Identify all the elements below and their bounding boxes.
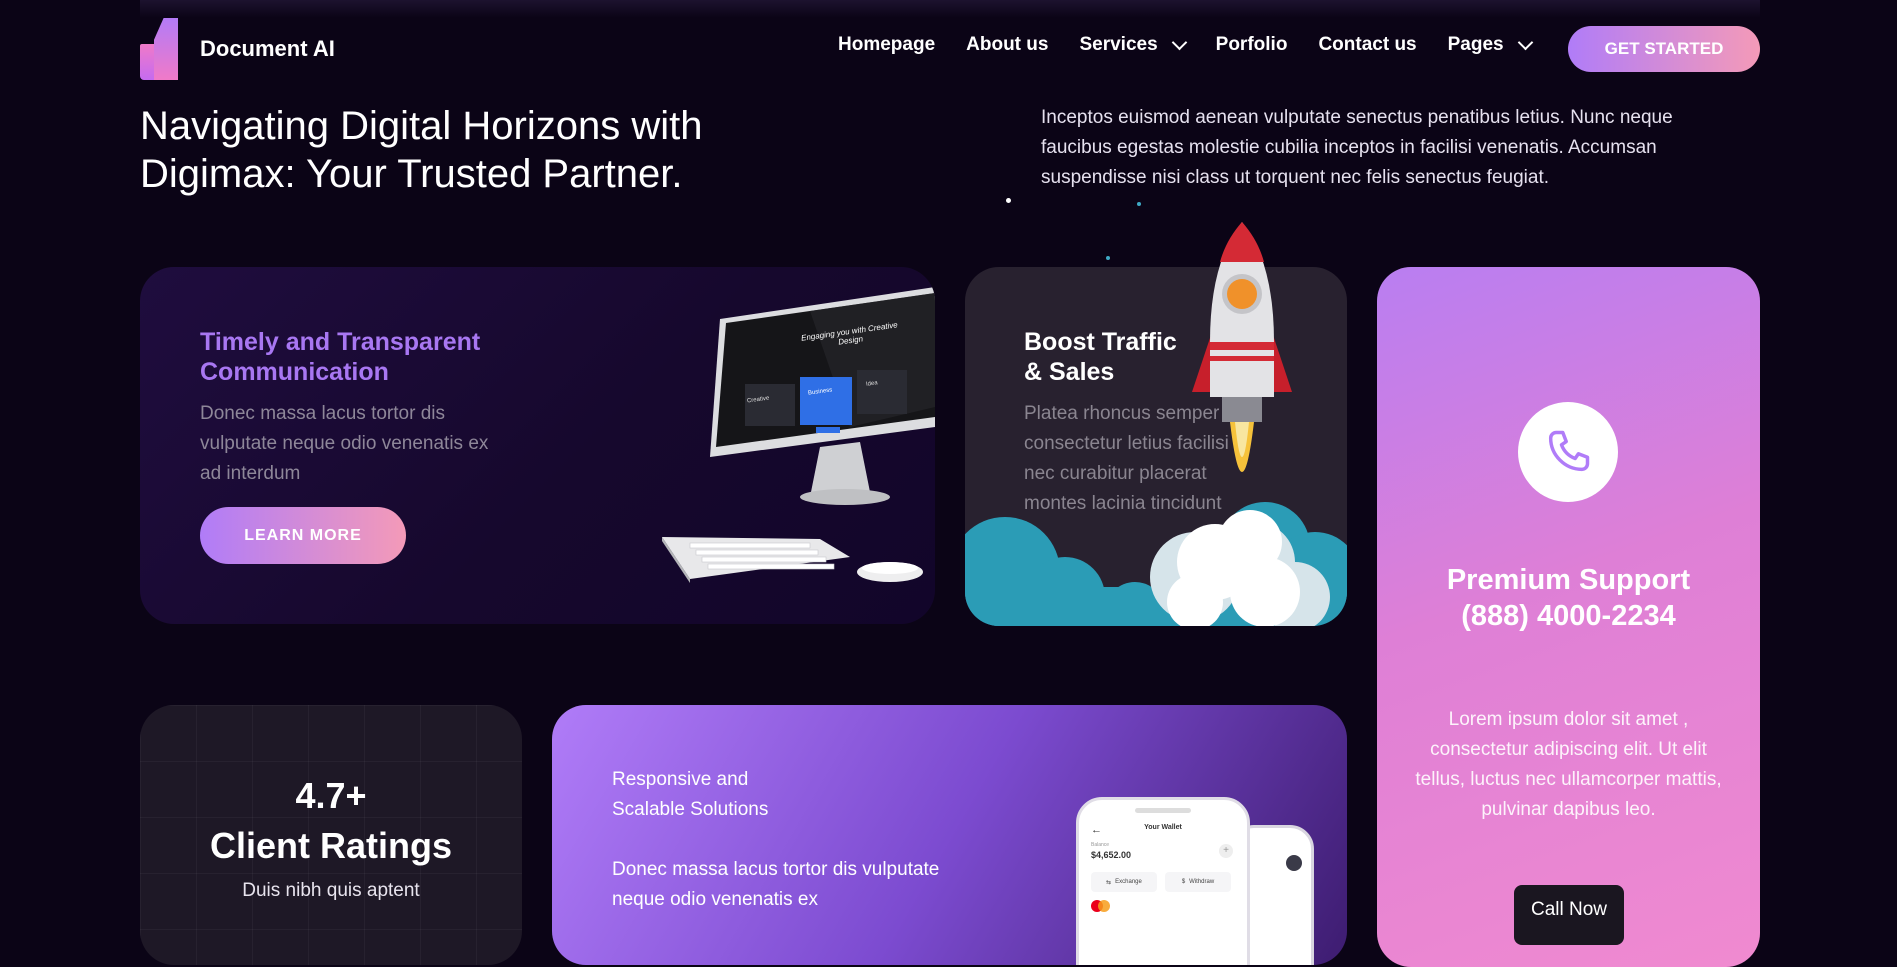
nav-portfolio[interactable]: Porfolio [1216, 34, 1288, 56]
card-title-line: Premium Support [1446, 564, 1691, 596]
wallet-title: Your Wallet [1144, 824, 1182, 831]
balance-label: Balance [1091, 842, 1110, 848]
card-title-line: Communication [200, 358, 389, 386]
brand-logo[interactable]: Document AI [140, 18, 335, 80]
logo-mark-icon [140, 18, 180, 80]
brand-name: Document AI [200, 36, 335, 61]
dollar-icon: $ [1181, 879, 1186, 885]
ratings-text: Duis nibh quis aptent [242, 880, 420, 901]
wallet-balance: $4,652.00 [1091, 850, 1132, 860]
card-text: Lorem ipsum dolor sit amet , consectetur… [1415, 709, 1722, 820]
sparkle-dot [1106, 256, 1110, 260]
card-title: Timely and Transparent Communication [200, 327, 530, 387]
sparkle-dot [1137, 202, 1141, 206]
nav-homepage[interactable]: Homepage [838, 34, 935, 56]
exchange-icon: ⇆ [1106, 879, 1112, 886]
chevron-down-icon [1517, 34, 1533, 51]
nav-label: About us [966, 34, 1049, 55]
support-phone-number: (888) 4000-2234 [1461, 600, 1676, 632]
add-icon: + [1219, 844, 1233, 858]
sparkle-dot [1006, 198, 1011, 203]
ratings-number: 4.7+ [295, 775, 367, 816]
avatar [1286, 855, 1302, 871]
learn-more-button[interactable]: LEARN MORE [200, 507, 406, 564]
communication-card: Timely and Transparent Communication Don… [140, 267, 935, 624]
card-title-line: Responsive and [612, 769, 749, 790]
card-text: Donec massa lacus tortor dis vulputate n… [200, 403, 489, 484]
hero-title-line: Digimax: Your Trusted Partner. [140, 152, 683, 196]
card-title-line: & Sales [1024, 358, 1115, 386]
card-title: Premium Support (888) 4000-2234 [1377, 562, 1760, 634]
hero-description: Inceptos euismod aenean vulputate senect… [1041, 107, 1673, 188]
rocket-icon [1192, 222, 1292, 472]
card-title-line: Boost Traffic [1024, 328, 1177, 356]
action-label: Withdraw [1189, 879, 1215, 885]
client-ratings-card: 4.7+ Client Ratings Duis nibh quis apten… [140, 705, 522, 965]
chevron-down-icon [1171, 34, 1187, 51]
responsive-solutions-card: Responsive and Scalable Solutions Donec … [552, 705, 1347, 965]
nav-label: Porfolio [1215, 34, 1288, 55]
call-now-button[interactable]: Call Now [1514, 885, 1624, 945]
nav-label: Services [1079, 34, 1158, 55]
exchange-button[interactable]: ⇆ Exchange [1091, 872, 1157, 892]
phone-circle [1518, 402, 1618, 502]
phone-notch [1135, 808, 1191, 813]
premium-support-card: Premium Support (888) 4000-2234 Lorem ip… [1377, 267, 1760, 967]
hero-title-line: Navigating Digital Horizons with [140, 104, 703, 148]
hero-title: Navigating Digital Horizons with Digimax… [140, 102, 840, 198]
phone-icon [1548, 430, 1590, 472]
nav-about-us[interactable]: About us [966, 34, 1048, 56]
nav-label: Pages [1447, 34, 1504, 55]
main-nav: Homepage About us Services Porfolio Cont… [838, 34, 1533, 56]
card-text: Donec massa lacus tortor dis vulputate n… [612, 859, 940, 910]
card-title-line: Scalable Solutions [612, 799, 769, 820]
ratings-title: Client Ratings [209, 825, 452, 866]
action-label: Exchange [1115, 879, 1142, 885]
nav-label: Homepage [838, 34, 936, 55]
nav-label: Contact us [1318, 34, 1417, 55]
top-glow [140, 0, 1760, 18]
get-started-button[interactable]: GET STARTED [1568, 26, 1760, 72]
card-title-line: Timely and Transparent [200, 328, 481, 356]
nav-services[interactable]: Services [1079, 34, 1187, 56]
nav-contact-us[interactable]: Contact us [1318, 34, 1416, 56]
phone-mockup: ← Your Wallet Balance $4,652.00 + ⇆ Excha… [1076, 797, 1250, 965]
card-title: Responsive and Scalable Solutions [612, 765, 912, 825]
mastercard-icon [1091, 900, 1110, 912]
withdraw-button[interactable]: $ Withdraw [1165, 872, 1231, 892]
nav-pages[interactable]: Pages [1447, 34, 1533, 56]
